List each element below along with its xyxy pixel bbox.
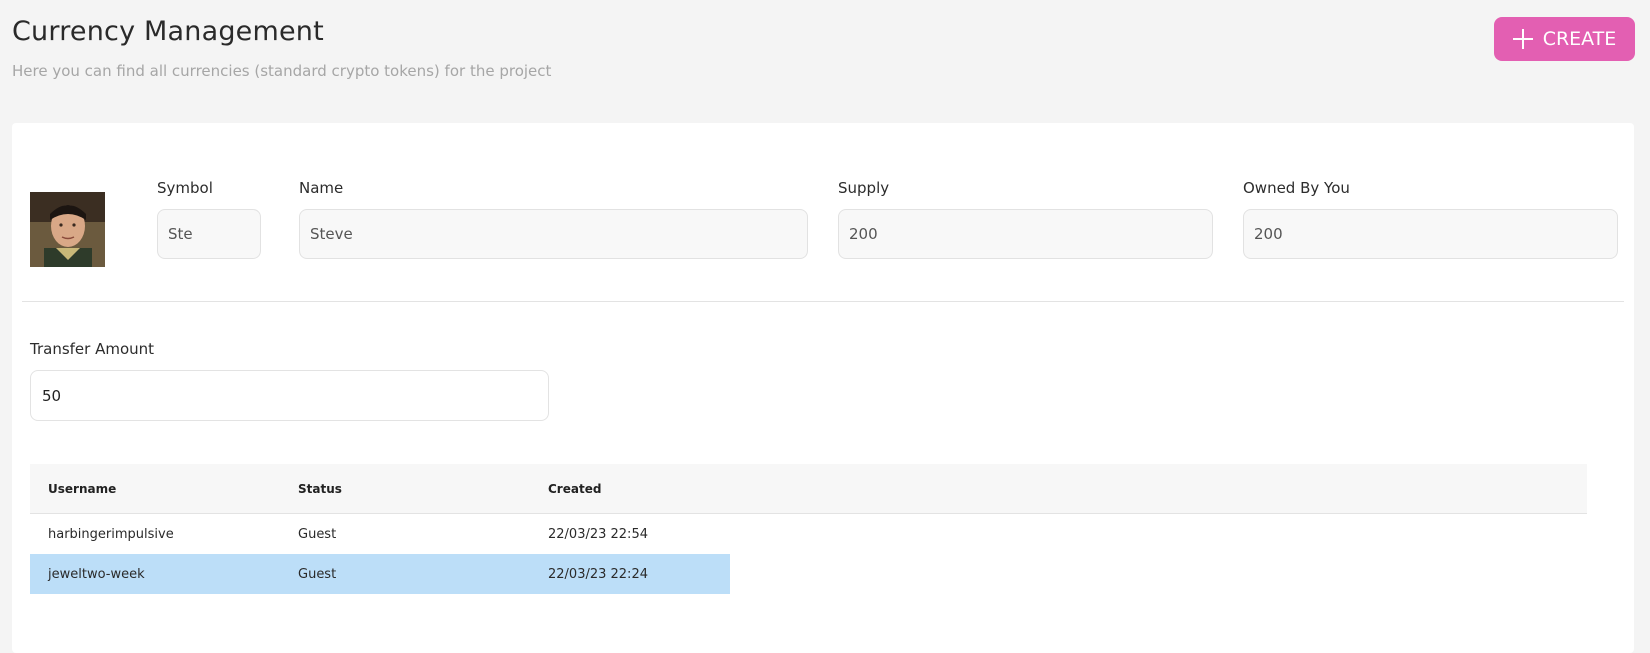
create-button-label: CREATE [1542, 28, 1617, 50]
owned-by-you-label: Owned By You [1243, 179, 1350, 197]
users-table: Username Status Created harbingerimpulsi… [30, 464, 1587, 594]
row-created: 22/03/23 22:54 [548, 526, 648, 542]
row-username: harbingerimpulsive [48, 526, 174, 542]
table-header: Username Status Created [30, 464, 1587, 514]
name-field[interactable]: Steve [299, 209, 808, 259]
column-header-created[interactable]: Created [548, 464, 601, 513]
column-header-status[interactable]: Status [298, 464, 342, 513]
transfer-amount-input[interactable] [30, 370, 549, 421]
row-status: Guest [298, 566, 337, 582]
plus-icon [1512, 29, 1533, 49]
column-header-username[interactable]: Username [48, 464, 116, 513]
row-created: 22/03/23 22:24 [548, 566, 648, 582]
page-title: Currency Management [12, 16, 324, 47]
owned-by-you-field[interactable]: 200 [1243, 209, 1618, 259]
divider [22, 301, 1624, 302]
row-status: Guest [298, 526, 337, 542]
table-row[interactable]: harbingerimpulsive Guest 22/03/23 22:54 [30, 514, 730, 554]
table-row-selected[interactable]: jeweltwo-week Guest 22/03/23 22:24 [30, 554, 730, 594]
page-subtitle: Here you can find all currencies (standa… [12, 62, 552, 80]
supply-label: Supply [838, 179, 890, 197]
transfer-amount-label: Transfer Amount [30, 340, 155, 358]
supply-field[interactable]: 200 [838, 209, 1213, 259]
currency-avatar [30, 192, 105, 267]
symbol-field[interactable]: Ste [157, 209, 261, 259]
create-button[interactable]: CREATE [1494, 17, 1635, 61]
name-label: Name [299, 179, 344, 197]
row-username: jeweltwo-week [48, 566, 145, 582]
symbol-label: Symbol [157, 179, 213, 197]
currency-card: Symbol Ste Name Steve Supply 200 Owned B… [12, 123, 1634, 653]
